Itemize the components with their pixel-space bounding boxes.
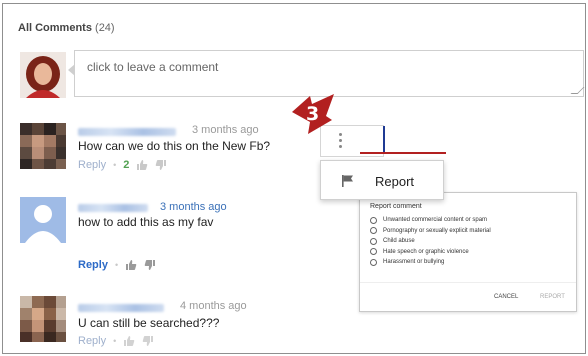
thumbs-up-icon[interactable] [123,335,135,347]
report-menu-label: Report [375,174,415,189]
comment-text: U can still be searched??? [78,316,220,330]
report-option-label: Child abuse [383,238,415,245]
comments-title: All Comments [18,22,92,34]
report-option-label: Unwanted commercial content or spam [383,217,488,224]
radio-button[interactable] [370,258,377,266]
report-dialog: Report comment Unwanted commercial conte… [359,192,577,312]
current-user-avatar [20,52,66,98]
report-option[interactable]: Unwanted commercial content or spam [370,215,491,226]
radio-button[interactable] [370,248,377,256]
cancel-button[interactable]: CANCEL [494,294,518,300]
comment-time[interactable]: 3 months ago [160,201,227,213]
comment-time[interactable]: 4 months ago [180,300,247,312]
reply-button[interactable]: Reply [78,159,106,171]
commenter-name-blurred[interactable] [78,128,176,136]
radio-button[interactable] [370,237,377,245]
trigger-edge [383,126,385,152]
commenter-avatar[interactable] [20,123,66,169]
comment-actions: Reply • 2 [78,159,167,171]
report-option-label: Hate speech or graphic violence [383,248,469,255]
separator-dot: • [113,160,117,170]
thumbs-up-icon[interactable] [125,259,137,271]
comment-input-placeholder: click to leave a comment [87,60,219,74]
step-number: 3 [306,103,320,125]
report-option-label: Pornography or sexually explicit materia… [383,227,491,234]
comments-count: (24) [95,22,115,34]
comment-actions: Reply • [78,259,156,271]
report-menu-item[interactable]: Report [320,160,444,200]
radio-button[interactable] [370,216,377,224]
flag-icon [342,175,353,187]
report-option[interactable]: Pornography or sexually explicit materia… [370,226,491,237]
report-option-label: Harassment or bullying [383,259,445,266]
commenter-name-blurred[interactable] [78,204,148,212]
reply-button[interactable]: Reply [78,259,108,271]
trigger-underline [360,152,446,154]
separator-dot: • [114,260,119,270]
report-submit-button[interactable]: REPORT [540,294,565,300]
thumbs-up-icon[interactable] [136,159,148,171]
reply-button[interactable]: Reply [78,335,106,347]
resize-handle-icon[interactable] [570,87,585,94]
report-option[interactable]: Hate speech or graphic violence [370,247,491,258]
commenter-avatar[interactable] [20,197,66,243]
kebab-icon[interactable] [339,133,342,149]
step-callout: 3 [290,92,336,136]
comment-text: how to add this as my fav [78,215,214,229]
report-dialog-title: Report comment [370,203,422,210]
radio-button[interactable] [370,227,377,235]
commenter-avatar[interactable] [20,296,66,342]
comment-text: How can we do this on the New Fb? [78,139,271,153]
comment-actions: Reply • [78,335,154,347]
thumbs-down-icon[interactable] [142,335,154,347]
comment-input[interactable]: click to leave a comment [74,50,585,97]
report-option[interactable]: Harassment or bullying [370,257,491,268]
comments-header: All Comments (24) [18,22,115,34]
comment-time[interactable]: 3 months ago [192,124,259,136]
report-options: Unwanted commercial content or spam Porn… [370,215,491,268]
thumbs-down-icon[interactable] [144,259,156,271]
report-option[interactable]: Child abuse [370,236,491,247]
like-count: 2 [123,159,130,171]
dialog-divider [360,282,576,283]
thumbs-down-icon[interactable] [155,159,167,171]
commenter-name-blurred[interactable] [78,304,164,312]
separator-dot: • [113,336,117,346]
